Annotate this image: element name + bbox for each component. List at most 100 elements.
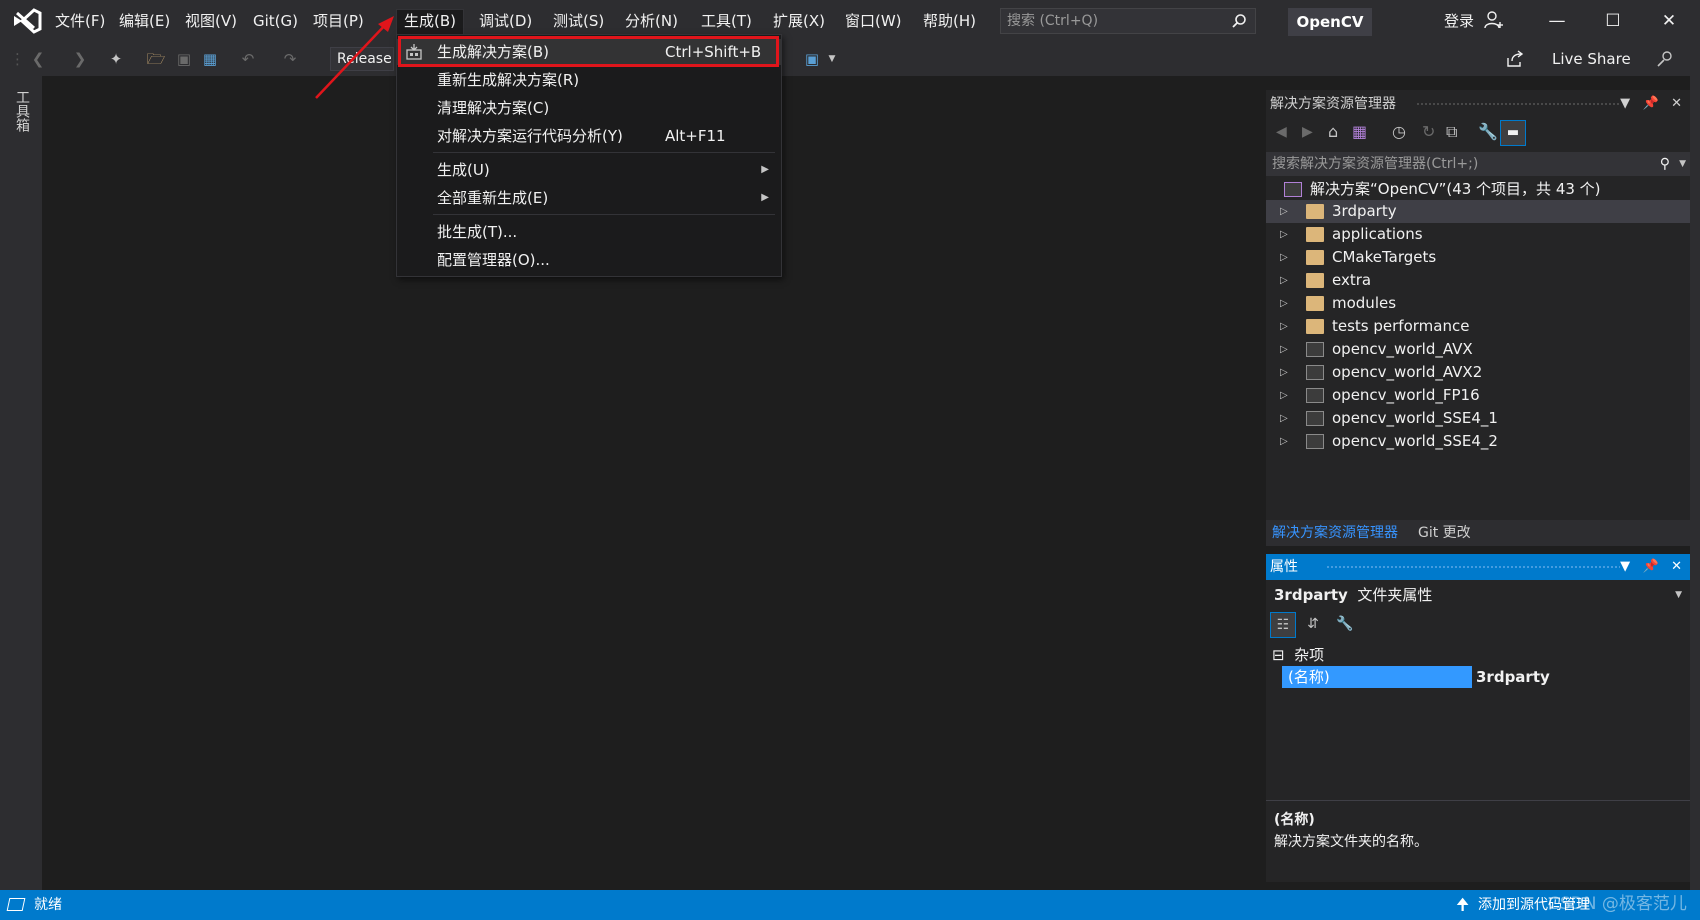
- tab-solution-explorer[interactable]: 解决方案资源管理器: [1272, 520, 1398, 546]
- tree-item-opencv-world-sse4-1[interactable]: ▷ opencv_world_SSE4_1: [1266, 407, 1690, 430]
- tree-item-label: modules: [1332, 294, 1397, 312]
- live-share-icon[interactable]: [1506, 50, 1524, 68]
- live-share-button[interactable]: Live Share: [1552, 47, 1631, 71]
- redo-icon[interactable]: ↷: [278, 47, 302, 71]
- solution-node[interactable]: 解决方案“OpenCV”(43 个项目，共 43 个): [1266, 178, 1690, 201]
- expand-arrow-icon[interactable]: ▷: [1280, 292, 1288, 315]
- menu-extensions[interactable]: 扩展(X): [766, 10, 832, 34]
- tree-item-extra[interactable]: ▷ extra: [1266, 269, 1690, 292]
- search-options-icon[interactable]: ▼: [1679, 152, 1686, 176]
- folder-icon: [1306, 319, 1324, 334]
- menu-edit[interactable]: 编辑(E): [112, 10, 177, 34]
- property-pages-wrench-icon[interactable]: 🔧: [1332, 612, 1358, 638]
- properties-wrench-icon[interactable]: 🔧: [1478, 122, 1498, 141]
- tab-git-changes[interactable]: Git 更改: [1418, 520, 1471, 546]
- collapse-all-icon[interactable]: ⧉: [1446, 122, 1457, 142]
- batch-build-item[interactable]: 批生成(T)...: [397, 219, 781, 245]
- navigate-back-icon[interactable]: ❮: [26, 47, 50, 71]
- categorized-icon[interactable]: ☷: [1270, 612, 1296, 638]
- title-bar: 文件(F) 编辑(E) 视图(V) Git(G) 项目(P) 生成(B) 调试(…: [0, 0, 1700, 42]
- minimize-button[interactable]: —: [1542, 8, 1572, 34]
- panel-close-icon[interactable]: ✕: [1671, 96, 1682, 111]
- navigate-forward-icon[interactable]: ❯: [68, 47, 92, 71]
- expand-arrow-icon[interactable]: ▷: [1280, 200, 1288, 223]
- home-icon[interactable]: ⌂: [1328, 122, 1338, 141]
- expand-arrow-icon[interactable]: ▷: [1280, 407, 1288, 430]
- pending-changes-icon[interactable]: ◷: [1392, 122, 1406, 141]
- watermark: CSDN @极客范儿: [1548, 894, 1687, 914]
- menu-window[interactable]: 窗口(W): [838, 10, 909, 34]
- pin-icon[interactable]: 📌: [1643, 96, 1659, 111]
- menu-tools[interactable]: 工具(T): [694, 10, 759, 34]
- open-file-icon[interactable]: 🗁: [144, 47, 168, 71]
- property-category[interactable]: ⊟ 杂项: [1266, 644, 1690, 666]
- browser-link-icon[interactable]: ▣: [800, 47, 824, 71]
- property-value[interactable]: 3rdparty: [1476, 666, 1550, 688]
- feedback-icon[interactable]: [1656, 50, 1674, 68]
- pin-icon[interactable]: 📌: [1643, 559, 1659, 574]
- properties-object-selector[interactable]: 3rdparty 文件夹属性 ▼: [1266, 582, 1690, 608]
- rebuild-solution-item[interactable]: 重新生成解决方案(R): [397, 67, 781, 93]
- back-icon[interactable]: ◀: [1276, 124, 1287, 140]
- tree-item-tests-performance[interactable]: ▷ tests performance: [1266, 315, 1690, 338]
- forward-icon[interactable]: ▶: [1302, 124, 1313, 140]
- annotation-highlight-box: [398, 36, 779, 67]
- expand-arrow-icon[interactable]: ▷: [1280, 223, 1288, 246]
- tree-item-cmaketargets[interactable]: ▷ CMakeTargets: [1266, 246, 1690, 269]
- menu-test[interactable]: 测试(S): [546, 10, 611, 34]
- folder-icon: [1306, 204, 1324, 219]
- expand-arrow-icon[interactable]: ▷: [1280, 246, 1288, 269]
- expand-arrow-icon[interactable]: ▷: [1280, 384, 1288, 407]
- expand-arrow-icon[interactable]: ▷: [1280, 269, 1288, 292]
- undo-icon[interactable]: ↶: [236, 47, 260, 71]
- collapse-icon[interactable]: ⊟: [1272, 646, 1285, 664]
- rebuild-all-submenu-item[interactable]: 全部重新生成(E) ▶: [397, 185, 781, 211]
- maximize-button[interactable]: ☐: [1598, 8, 1628, 34]
- save-icon[interactable]: ▣: [172, 47, 196, 71]
- preview-selected-icon[interactable]: ▬: [1500, 120, 1526, 146]
- switch-views-icon[interactable]: ▦: [1352, 122, 1367, 141]
- status-bar: 就绪 🠉 添加到源代码管理: [0, 890, 1700, 920]
- expand-arrow-icon[interactable]: ▷: [1280, 361, 1288, 384]
- menu-analyze[interactable]: 分析(N): [618, 10, 685, 34]
- menu-git[interactable]: Git(G): [246, 10, 305, 34]
- expand-arrow-icon[interactable]: ▷: [1280, 338, 1288, 361]
- login-link[interactable]: 登录: [1444, 10, 1474, 32]
- standard-toolbar: ⋮ ❮ ❯ ✦ 🗁 ▣ ▦ ↶ ↷ Release ▣ ▼ Live Share: [0, 42, 1700, 76]
- menu-help[interactable]: 帮助(H): [916, 10, 983, 34]
- tree-item-label: 3rdparty: [1332, 202, 1397, 220]
- tree-item-opencv-world-sse4-2[interactable]: ▷ opencv_world_SSE4_2: [1266, 430, 1690, 453]
- menu-file[interactable]: 文件(F): [48, 10, 112, 34]
- panel-close-icon[interactable]: ✕: [1671, 559, 1682, 574]
- expand-arrow-icon[interactable]: ▷: [1280, 315, 1288, 338]
- tree-item-applications[interactable]: ▷ applications: [1266, 223, 1690, 246]
- panel-dropdown-icon[interactable]: ▼: [1620, 559, 1630, 574]
- tree-item-3rdparty[interactable]: ▷ 3rdparty: [1266, 200, 1690, 223]
- run-code-analysis-item[interactable]: 对解决方案运行代码分析(Y) Alt+F11: [397, 123, 781, 149]
- menu-debug[interactable]: 调试(D): [472, 10, 539, 34]
- clean-solution-item[interactable]: 清理解决方案(C): [397, 95, 781, 121]
- configuration-manager-item[interactable]: 配置管理器(O)...: [397, 247, 781, 273]
- status-text: 就绪: [34, 897, 62, 913]
- alphabetical-icon[interactable]: ⇵: [1300, 612, 1326, 638]
- tree-item-modules[interactable]: ▷ modules: [1266, 292, 1690, 315]
- close-button[interactable]: ✕: [1654, 8, 1684, 34]
- menu-view[interactable]: 视图(V): [178, 10, 244, 34]
- toolbox-tab[interactable]: 工具箱: [12, 90, 30, 132]
- user-icon[interactable]: [1484, 10, 1504, 30]
- expand-arrow-icon[interactable]: ▷: [1280, 430, 1288, 453]
- build-submenu-label: 生成(U): [437, 161, 490, 179]
- tree-item-opencv-world-fp16[interactable]: ▷ opencv_world_FP16: [1266, 384, 1690, 407]
- toolbar-overflow-icon[interactable]: ▼: [826, 47, 838, 71]
- tree-item-opencv-world-avx2[interactable]: ▷ opencv_world_AVX2: [1266, 361, 1690, 384]
- property-row[interactable]: (名称) 3rdparty: [1282, 666, 1690, 688]
- build-submenu-item[interactable]: 生成(U) ▶: [397, 157, 781, 183]
- solution-search-input[interactable]: 搜索解决方案资源管理器(Ctrl+;) ⚲ ▼: [1266, 152, 1690, 176]
- panel-dropdown-icon[interactable]: ▼: [1620, 96, 1630, 111]
- tree-item-opencv-world-avx[interactable]: ▷ opencv_world_AVX: [1266, 338, 1690, 361]
- save-all-icon[interactable]: ▦: [198, 47, 222, 71]
- sync-icon[interactable]: ↻: [1422, 122, 1435, 141]
- tree-item-label: tests performance: [1332, 317, 1470, 335]
- global-search-input[interactable]: 搜索 (Ctrl+Q): [1000, 8, 1256, 34]
- new-project-icon[interactable]: ✦: [104, 47, 128, 71]
